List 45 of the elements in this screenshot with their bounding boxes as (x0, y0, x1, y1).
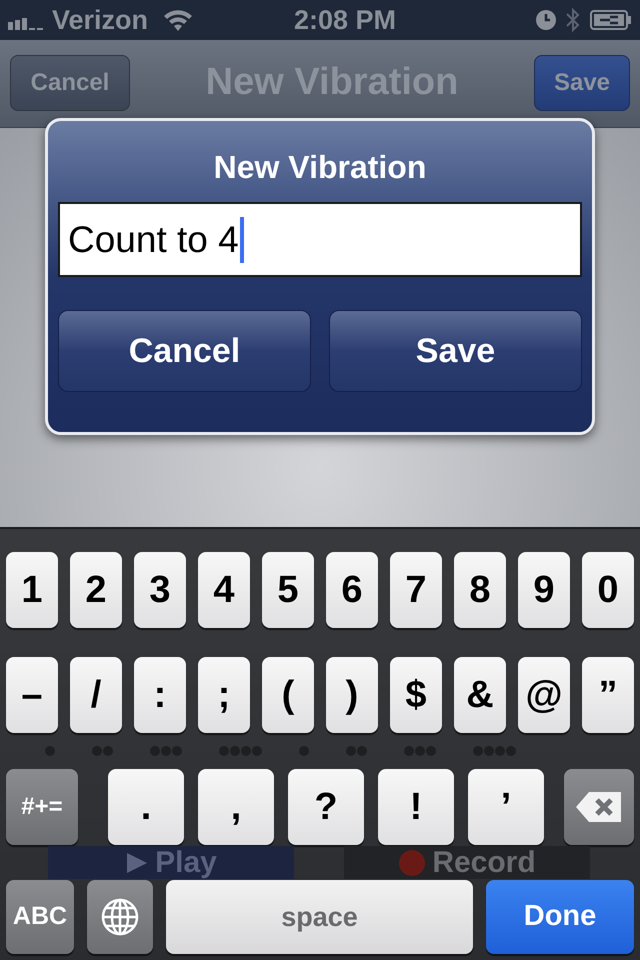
abc-key[interactable]: ABC (6, 880, 74, 954)
key[interactable]: ) (326, 657, 378, 733)
record-dot-icon (398, 848, 426, 876)
key[interactable]: 8 (454, 552, 506, 628)
key[interactable]: ( (262, 657, 314, 733)
key[interactable]: 3 (134, 552, 186, 628)
key[interactable]: 5 (262, 552, 314, 628)
text-cursor (240, 216, 244, 262)
text-field[interactable]: Count to 4 (58, 202, 582, 277)
key[interactable]: ’ (468, 769, 544, 845)
key[interactable]: ! (378, 769, 454, 845)
delete-key[interactable] (564, 769, 634, 845)
key[interactable]: ? (288, 769, 364, 845)
key[interactable]: 1 (6, 552, 58, 628)
key[interactable]: : (134, 657, 186, 733)
play-icon (125, 850, 150, 874)
key[interactable]: , (198, 769, 274, 845)
globe-icon (100, 897, 140, 937)
key[interactable]: – (6, 657, 58, 733)
status-time: 2:08 PM (294, 4, 396, 37)
key[interactable]: 4 (198, 552, 250, 628)
clock-icon (536, 10, 556, 30)
key[interactable]: @ (518, 657, 570, 733)
alert-save-button[interactable]: Save (329, 310, 582, 392)
alert-cancel-button[interactable]: Cancel (58, 310, 311, 392)
symbols-key[interactable]: #+= (6, 769, 78, 845)
space-key[interactable]: space (166, 880, 473, 954)
bluetooth-icon (566, 7, 580, 33)
key[interactable]: 7 (390, 552, 442, 628)
key[interactable]: ; (198, 657, 250, 733)
globe-key[interactable] (87, 880, 153, 954)
done-button[interactable]: Done (486, 880, 634, 954)
key[interactable]: 0 (582, 552, 634, 628)
key[interactable]: 9 (518, 552, 570, 628)
battery-icon (590, 10, 632, 30)
key[interactable]: 2 (70, 552, 122, 628)
key[interactable]: / (70, 657, 122, 733)
key[interactable]: . (108, 769, 184, 845)
key[interactable]: $ (390, 657, 442, 733)
key[interactable]: & (454, 657, 506, 733)
carrier-name: Verizon (52, 4, 148, 37)
key[interactable]: ” (582, 657, 634, 733)
backspace-icon (575, 791, 623, 823)
key[interactable]: 6 (326, 552, 378, 628)
alert-title: New Vibration (214, 148, 426, 183)
